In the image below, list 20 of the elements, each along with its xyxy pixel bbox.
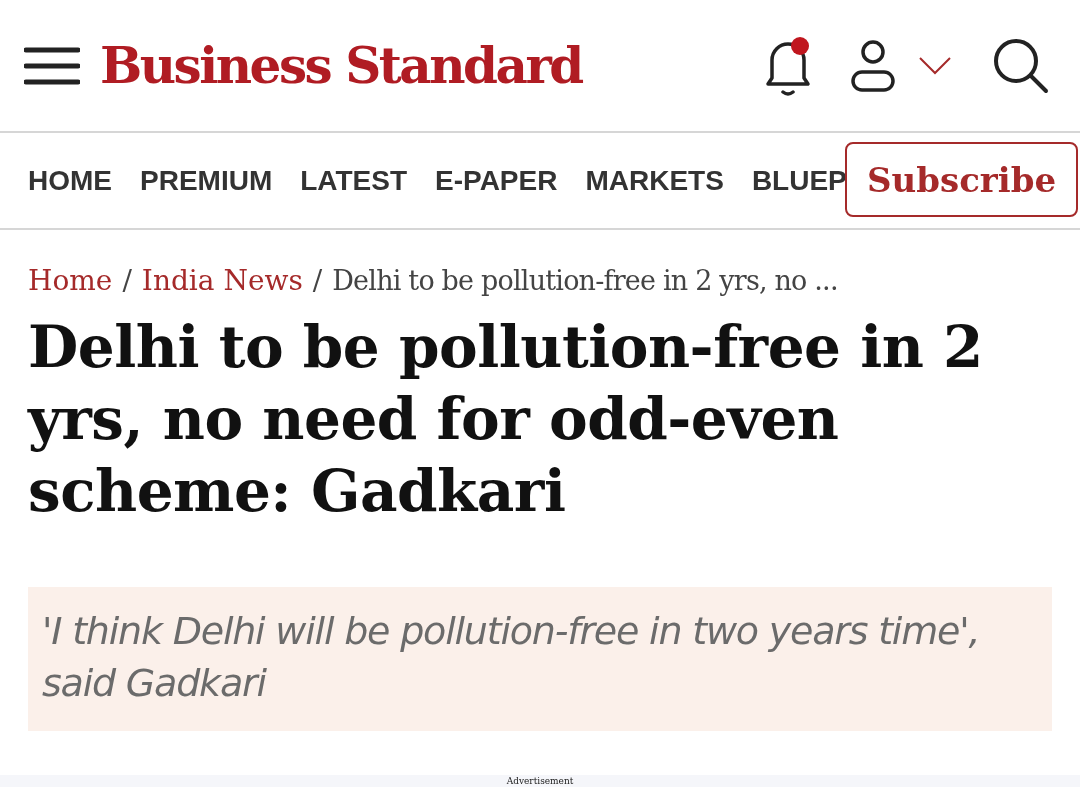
logo[interactable]: Business Standard xyxy=(100,36,582,95)
user-icon[interactable] xyxy=(850,37,896,94)
article-summary: 'I think Delhi will be pollution-free in two years time', said Gadkari xyxy=(42,608,981,707)
menu-icon[interactable] xyxy=(24,45,80,86)
search-icon[interactable] xyxy=(992,36,1050,95)
article-headline: Delhi to be pollution-free in 2 yrs, no need for odd-even scheme: Gadkari xyxy=(28,312,984,527)
nav-link[interactable]: E-PAPER xyxy=(435,164,558,197)
chevron-down-icon[interactable] xyxy=(918,55,952,76)
nav-link[interactable]: MARKETS xyxy=(585,164,724,197)
breadcrumb-link[interactable]: India News xyxy=(141,264,303,297)
nav-link[interactable]: BLUEP xyxy=(751,164,847,197)
nav-link[interactable]: HOME xyxy=(28,164,112,197)
breadcrumb-link[interactable]: Home xyxy=(28,264,113,297)
nav-link[interactable]: PREMIUM xyxy=(140,164,273,197)
nav-link[interactable]: LATEST xyxy=(300,164,408,197)
subscribe-button[interactable]: Subscribe xyxy=(845,142,1078,217)
breadcrumb-separator: / xyxy=(122,264,132,297)
breadcrumb-separator: / xyxy=(312,264,323,297)
ad-label: Advertisement xyxy=(506,776,574,787)
breadcrumb-current: Delhi to be pollution-free in 2 yrs, no ... xyxy=(332,265,838,296)
